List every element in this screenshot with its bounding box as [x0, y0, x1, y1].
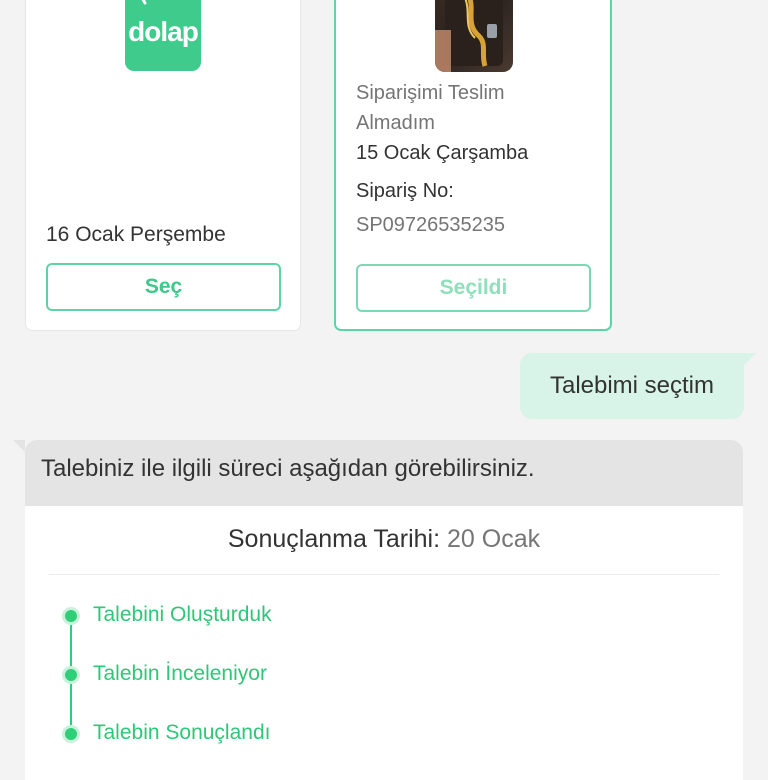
dolap-leaf-icon [141, 0, 147, 5]
bot-bubble-tail [13, 440, 25, 452]
product-thumbnail [435, 0, 513, 72]
bot-message: Talebiniz ile ilgili süreci aşağıdan gör… [41, 455, 535, 482]
order-date: 16 Ocak Perşembe [46, 223, 226, 246]
select-button[interactable]: Seç [46, 263, 281, 311]
order-card-dolap: dolap 16 Ocak Perşembe Seç [25, 0, 301, 331]
timeline-step: Talebin İnceleniyor [93, 662, 267, 685]
timeline-dot-icon [62, 725, 80, 743]
order-number: SP09726535235 [356, 214, 506, 236]
timeline-step: Talebin Sonuçlandı [93, 721, 271, 744]
order-number-label: Sipariş No: [356, 180, 454, 202]
timeline-dot-icon [62, 666, 80, 684]
dolap-logo: dolap [125, 0, 201, 71]
order-status-line2: Almadım [356, 112, 435, 134]
user-message: Talebimi seçtim [520, 353, 744, 419]
result-date-label: Sonuçlanma Tarihi: [227, 525, 441, 553]
process-panel: Talebiniz ile ilgili süreci aşağıdan gör… [25, 440, 743, 780]
timeline-step: Talebini Oluşturduk [93, 603, 272, 626]
result-date: 20 Ocak [447, 525, 541, 553]
dolap-logo-text: dolap [128, 16, 199, 47]
bot-message-header: Talebiniz ile ilgili süreci aşağıdan gör… [25, 440, 743, 506]
user-bubble-tail [744, 353, 756, 365]
order-status: Siparişimi Teslim [356, 82, 505, 104]
order-card-selected: Siparişimi Teslim Almadım 15 Ocak Çarşam… [334, 0, 612, 331]
timeline-dot-icon [62, 607, 80, 625]
divider [49, 574, 719, 575]
selected-button[interactable]: Seçildi [356, 264, 591, 312]
order-date: 15 Ocak Çarşamba [356, 142, 529, 164]
result-date-line: Sonuçlanma Tarihi: 20 Ocak [25, 525, 743, 554]
